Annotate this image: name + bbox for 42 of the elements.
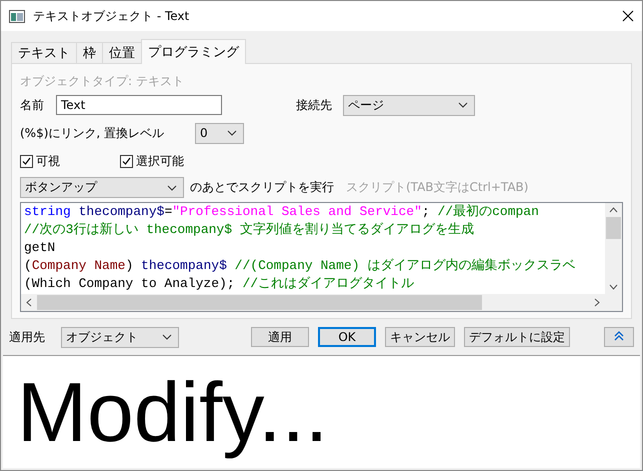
name-label: 名前 xyxy=(20,96,45,114)
checkbox-label: 選択可能 xyxy=(136,153,184,170)
apply-to-dropdown[interactable]: オブジェクト xyxy=(61,326,179,348)
attach-to-dropdown[interactable]: ページ xyxy=(343,94,475,116)
checkbox-label: 可視 xyxy=(36,153,60,170)
run-script-label: のあとでスクリプトを実行 xyxy=(190,179,334,196)
preview-text: Modify... xyxy=(17,364,328,460)
vertical-scrollbar[interactable] xyxy=(605,203,622,294)
caret-icon xyxy=(227,130,237,136)
scrollbar-thumb[interactable] xyxy=(37,295,482,310)
tab[interactable]: テキスト xyxy=(11,42,77,64)
dialog-button[interactable]: デフォルトに設定 xyxy=(464,327,570,347)
apply-to-label: 適用先 xyxy=(9,328,46,346)
checkbox[interactable] xyxy=(120,155,133,168)
close-icon[interactable] xyxy=(622,10,634,22)
window-title: テキストオブジェクト - Text xyxy=(33,8,190,24)
collapse-button[interactable] xyxy=(604,327,634,347)
dialog-button[interactable]: キャンセル xyxy=(385,327,455,347)
caret-icon xyxy=(162,334,172,340)
script-editor[interactable] xyxy=(20,202,623,312)
dialog-button[interactable]: 適用 xyxy=(251,327,309,347)
window-icon xyxy=(9,10,25,22)
trigger-dropdown[interactable]: ボタンアップ xyxy=(20,177,184,198)
script-hint-text: スクリプト(TAB文字はCtrl+TAB) xyxy=(346,179,528,196)
code-line: (Which Company to Analyze); //これはダイアログタイトル xyxy=(24,275,416,293)
code-line: (Company Name) thecompany$ //(Company Name) はダイアログ内の編集ボックスラベ xyxy=(24,257,576,275)
code-line: //次の3行は新しい thecompany$ 文字列値を割り当てるダイアログを生成 xyxy=(24,221,475,239)
horizontal-scrollbar[interactable] xyxy=(21,294,605,311)
code-line: string thecompany$="Professional Sales and Service"; //最初のcompan xyxy=(24,203,540,221)
object-type-text: オブジェクトタイプ: テキスト xyxy=(20,72,184,90)
scrollbar-thumb[interactable] xyxy=(606,217,621,239)
level-dropdown[interactable]: 0 xyxy=(195,122,244,144)
checkbox[interactable] xyxy=(20,155,33,168)
double-chevron-up-icon xyxy=(614,331,624,341)
dialog-button[interactable]: OK xyxy=(318,327,376,347)
caret-icon xyxy=(458,102,468,108)
name-input-field[interactable]: Text xyxy=(56,95,222,115)
tab[interactable]: プログラミング xyxy=(141,39,246,64)
attach-to-label: 接続先 xyxy=(296,96,333,114)
link-level-label: (%$)にリンク, 置換レベル xyxy=(20,124,166,142)
caret-icon xyxy=(167,184,177,190)
code-line: getN xyxy=(24,239,56,257)
